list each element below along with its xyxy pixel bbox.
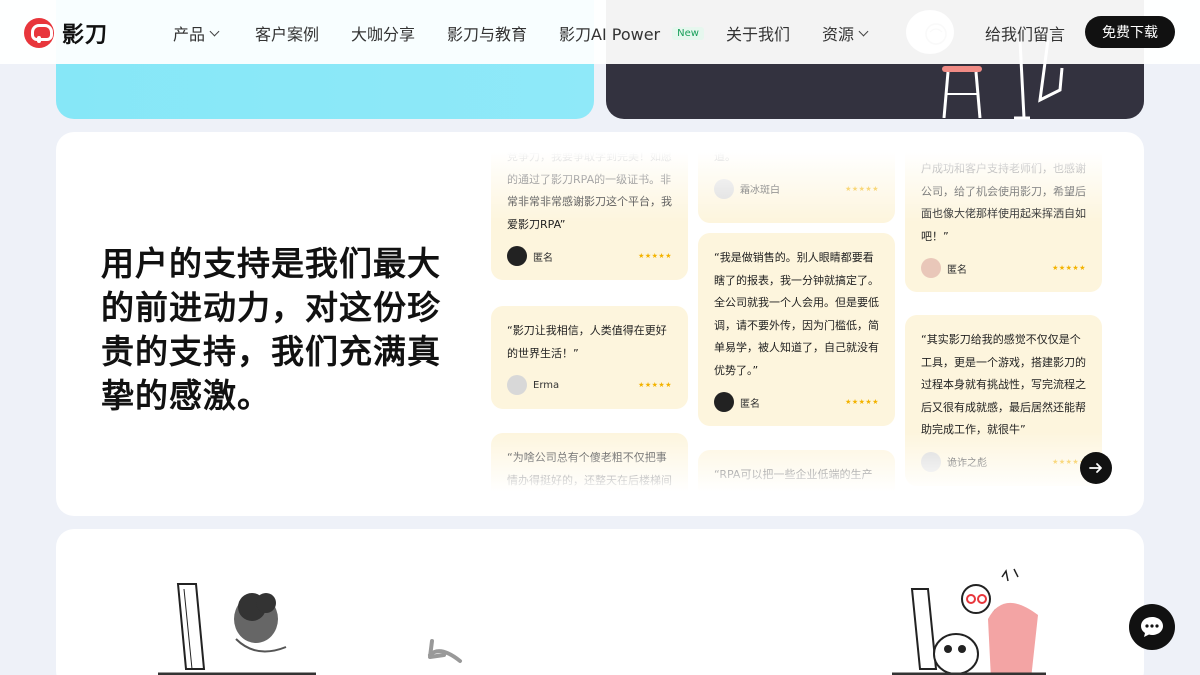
rating-stars: ★★★★★ xyxy=(638,252,672,260)
review-card: “RPA可以把一些企业低端的生产 xyxy=(698,450,895,492)
chat-bubble-icon xyxy=(1141,617,1163,637)
top-navbar: 影刀 产品 客户案例 大咖分享 影刀与教育 影刀AI Power New 关于我… xyxy=(0,0,1200,64)
avatar xyxy=(507,246,527,266)
avatar xyxy=(714,178,734,199)
review-card: 竞争力，我要争取学到完美！如愿的通过了影刀RPA的一级证书。非常非常非常感谢影刀… xyxy=(491,152,688,280)
nav-item-label: 关于我们 xyxy=(726,25,791,44)
curved-arrow-illustration xyxy=(428,639,462,663)
review-text: 道。 xyxy=(714,152,736,163)
review-author: 匿名 xyxy=(740,398,760,410)
nav-item-label: 资源 xyxy=(822,25,855,44)
nav-item-resources[interactable]: 资源 xyxy=(822,21,869,45)
chat-support-button[interactable] xyxy=(1129,604,1175,650)
avatar xyxy=(921,258,941,278)
rating-stars: ★★★★★ xyxy=(1052,264,1086,272)
review-text: “影刀让我相信，人类值得在更好的世界生活！” xyxy=(507,324,667,360)
review-author: 霜冰斑白 xyxy=(740,185,780,196)
nav-item-experts[interactable]: 大咖分享 xyxy=(351,21,415,45)
review-text: “为啥公司总有个傻老粗不仅把事情办得挺好的，还整天在后楼梯间 xyxy=(507,451,672,487)
nav-item-ai-power[interactable]: 影刀AI Power New xyxy=(559,21,704,45)
nav-item-cases[interactable]: 客户案例 xyxy=(255,21,319,45)
review-card: “影刀让我相信，人类值得在更好的世界生活！” Erma ★★★★★ xyxy=(491,306,688,409)
brand-logo[interactable]: 影刀 xyxy=(24,17,108,49)
testimonials-headline: 用户的支持是我们最大的前进动力，对这份珍贵的支持，我们充满真挚的感激。 xyxy=(101,244,441,415)
brand-name: 影刀 xyxy=(62,23,109,48)
rating-stars: ★★★★★ xyxy=(638,381,672,389)
review-author: 匿名 xyxy=(533,252,553,264)
next-reviews-button[interactable] xyxy=(1080,452,1112,484)
reviews-scroller[interactable]: 竞争力，我要争取学到完美！如愿的通过了影刀RPA的一级证书。非常非常非常感谢影刀… xyxy=(488,152,1108,492)
comparison-section xyxy=(56,529,1144,675)
review-card: 户成功和客户支持老师们，也感谢公司，给了机会使用影刀，希望后面也像大佬那样使用起… xyxy=(905,152,1102,292)
rating-stars: ★★★★★ xyxy=(845,398,879,406)
review-text: “其实影刀给我的感觉不仅仅是个工具，更是一个游戏，搭建影刀的过程本身就有挑战性，… xyxy=(921,333,1086,436)
free-download-button[interactable]: 免费下载 xyxy=(1085,16,1175,48)
avatar xyxy=(507,375,527,395)
review-card: “为啥公司总有个傻老粗不仅把事情办得挺好的，还整天在后楼梯间 xyxy=(491,433,688,492)
brand-logo-icon xyxy=(24,18,54,48)
comparison-illustrations xyxy=(158,568,1046,675)
people-with-robot-illustration xyxy=(892,568,1046,675)
review-card: “我是做销售的。别人眼睛都要看瞎了的报表，我一分钟就搞定了。全公司就我一个人会用… xyxy=(698,233,895,426)
review-text: “RPA可以把一些企业低端的生产 xyxy=(714,468,873,481)
illustration-chair xyxy=(940,64,984,119)
nav-item-label: 影刀与教育 xyxy=(447,25,528,44)
review-text: 户成功和客户支持老师们，也感谢公司，给了机会使用影刀，希望后面也像大佬那样使用起… xyxy=(921,162,1086,243)
review-text: 竞争力，我要争取学到完美！如愿的通过了影刀RPA的一级证书。非常非常非常感谢影刀… xyxy=(507,152,672,231)
avatar xyxy=(714,392,734,412)
review-author: 诡诈之彪 xyxy=(947,458,987,469)
review-card: 道。 霜冰斑白 ★★★★★ xyxy=(698,152,895,223)
testimonials-section: 用户的支持是我们最大的前进动力，对这份珍贵的支持，我们充满真挚的感激。 竞争力，… xyxy=(56,132,1144,516)
new-badge: New xyxy=(672,26,704,40)
person-at-computer-illustration xyxy=(158,583,316,675)
chevron-down-icon xyxy=(858,26,869,36)
review-author: 匿名 xyxy=(947,264,967,276)
nav-item-label: 影刀AI Power xyxy=(559,25,661,44)
chevron-down-icon xyxy=(209,26,220,36)
avatar xyxy=(921,451,941,472)
nav-item-education[interactable]: 影刀与教育 xyxy=(447,21,527,45)
review-author: Erma xyxy=(533,379,560,391)
nav-item-label: 产品 xyxy=(173,25,206,44)
review-card: “其实影刀给我的感觉不仅仅是个工具，更是一个游戏，搭建影刀的过程本身就有挑战性，… xyxy=(905,315,1102,486)
arrow-right-icon xyxy=(1089,463,1102,473)
nav-item-about[interactable]: 关于我们 xyxy=(726,21,790,45)
review-text: “我是做销售的。别人眼睛都要看瞎了的报表，我一分钟就搞定了。全公司就我一个人会用… xyxy=(714,251,879,377)
nav-item-product[interactable]: 产品 xyxy=(173,21,220,45)
rating-stars: ★★★★★ xyxy=(845,184,879,193)
leave-message-link[interactable]: 给我们留言 xyxy=(985,21,1065,45)
nav-item-label: 大咖分享 xyxy=(351,25,416,44)
nav-item-label: 客户案例 xyxy=(255,25,320,44)
